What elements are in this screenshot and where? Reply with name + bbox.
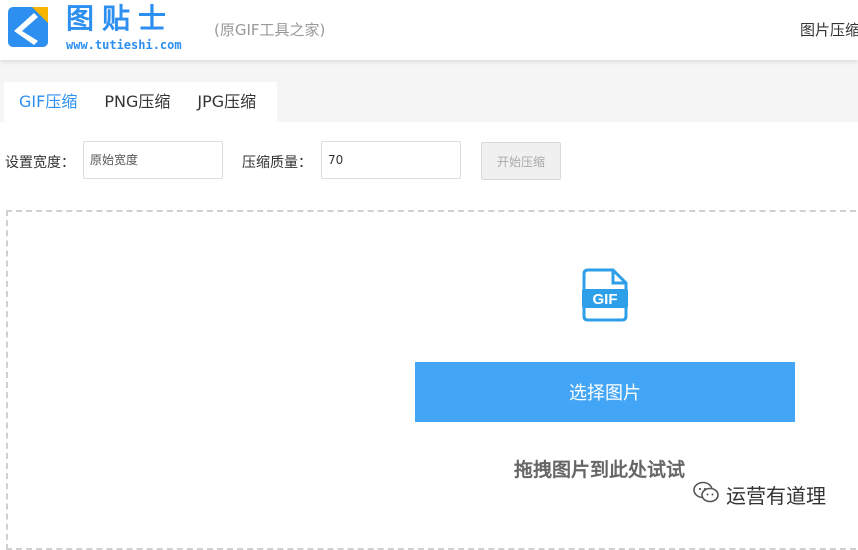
brand-name[interactable]: 图贴士 <box>66 1 174 37</box>
brand-subtitle: (原GIF工具之家) <box>214 21 326 39</box>
site-header: 图贴士 www.tutieshi.com (原GIF工具之家) 图片压缩 <box>0 0 858 60</box>
brand-url: www.tutieshi.com <box>66 38 182 52</box>
quality-input[interactable] <box>321 141 461 179</box>
width-label: 设置宽度： <box>5 155 75 171</box>
compress-tabs: GIF压缩 PNG压缩 JPG压缩 <box>4 82 277 122</box>
gif-file-icon: GIF <box>582 268 628 322</box>
quality-label: 压缩质量： <box>242 155 312 171</box>
tab-png-compress[interactable]: PNG压缩 <box>89 82 182 122</box>
select-image-button[interactable]: 选择图片 <box>415 362 795 422</box>
tutieshi-logo-icon[interactable] <box>8 7 48 47</box>
nav-link-image-compress[interactable]: 图片压缩 <box>800 19 858 40</box>
width-input[interactable] <box>83 141 223 179</box>
drag-hint: 拖拽图片到此处试试 <box>514 459 686 481</box>
watermark-text: 运营有道理 <box>726 484 826 508</box>
tab-jpg-compress[interactable]: JPG压缩 <box>182 82 268 122</box>
start-compress-button[interactable]: 开始压缩 <box>481 142 561 180</box>
gif-icon-label: GIF <box>593 291 618 308</box>
wechat-icon <box>693 481 719 503</box>
tab-gif-compress[interactable]: GIF压缩 <box>4 82 89 122</box>
